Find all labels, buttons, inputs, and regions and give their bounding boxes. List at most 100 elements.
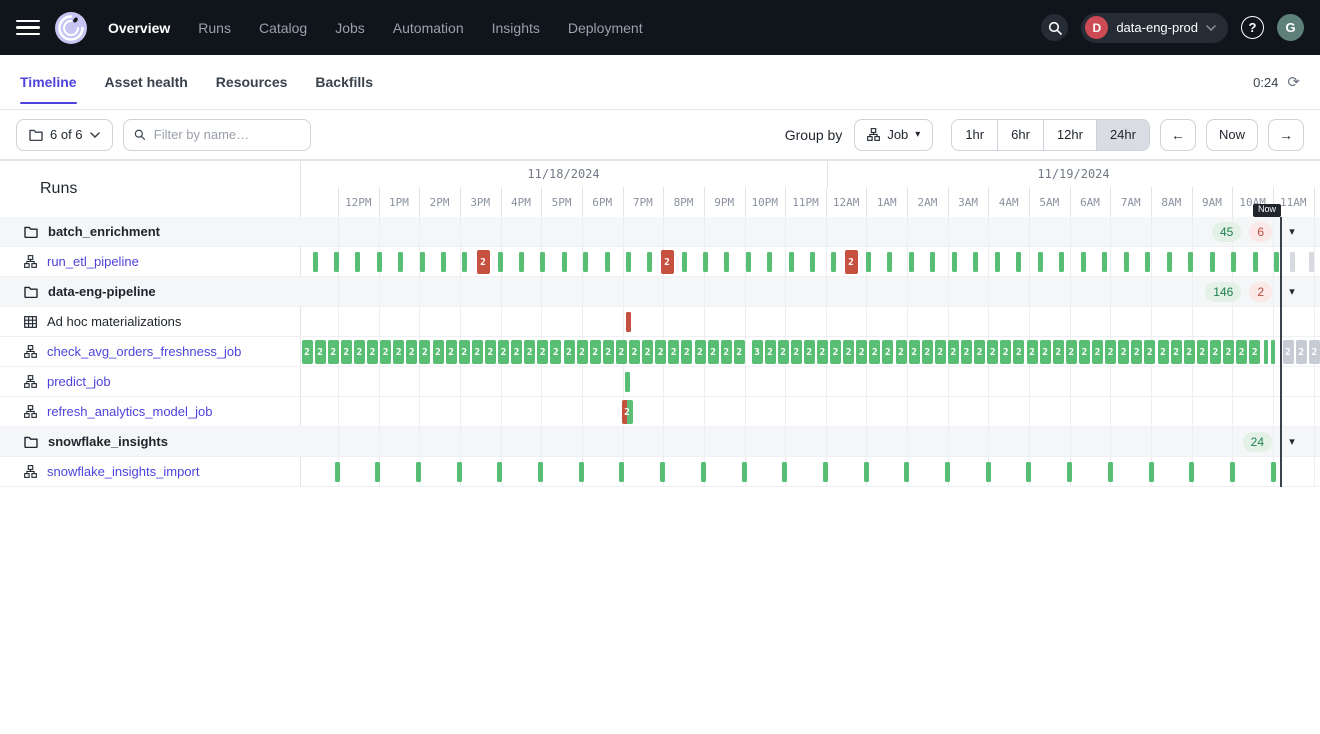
job-row-label[interactable]: refresh_analytics_model_job xyxy=(24,397,212,426)
nav-item-catalog[interactable]: Catalog xyxy=(259,20,307,36)
run-mark[interactable]: 2 xyxy=(734,340,745,364)
run-mark[interactable] xyxy=(823,462,828,482)
page-forward-button[interactable]: → xyxy=(1268,119,1304,151)
run-mark[interactable] xyxy=(701,462,706,482)
run-mark[interactable] xyxy=(540,252,545,272)
run-mark[interactable]: 2 xyxy=(830,340,841,364)
run-mark[interactable] xyxy=(377,252,382,272)
run-mark[interactable]: 2 xyxy=(367,340,378,364)
run-mark[interactable] xyxy=(810,252,815,272)
name-filter-input[interactable] xyxy=(152,126,300,143)
run-mark[interactable] xyxy=(703,252,708,272)
run-mark[interactable]: 2 xyxy=(498,340,509,364)
tab-timeline[interactable]: Timeline xyxy=(20,55,77,109)
run-mark[interactable] xyxy=(1038,252,1043,272)
run-mark[interactable]: 2 xyxy=(695,340,706,364)
run-mark[interactable] xyxy=(1253,252,1258,272)
run-mark[interactable] xyxy=(625,372,630,392)
run-mark[interactable] xyxy=(498,252,503,272)
nav-item-jobs[interactable]: Jobs xyxy=(335,20,365,36)
run-mark[interactable] xyxy=(1309,252,1314,272)
run-mark[interactable] xyxy=(605,252,610,272)
run-mark[interactable] xyxy=(457,462,462,482)
group-by-dropdown[interactable]: Job ▾ xyxy=(854,119,933,151)
run-mark[interactable]: 2 xyxy=(616,340,627,364)
run-mark[interactable] xyxy=(682,252,687,272)
run-mark[interactable] xyxy=(866,252,871,272)
run-mark[interactable]: 2 xyxy=(791,340,802,364)
run-mark[interactable] xyxy=(1188,252,1193,272)
run-mark[interactable]: 2 xyxy=(869,340,880,364)
run-mark[interactable]: 2 xyxy=(1296,340,1307,364)
run-mark[interactable] xyxy=(1230,462,1235,482)
run-mark[interactable]: 2 xyxy=(1092,340,1103,364)
run-mark[interactable]: 2 xyxy=(406,340,417,364)
row-label[interactable]: refresh_analytics_model_job xyxy=(47,404,212,419)
run-mark[interactable]: 2 xyxy=(909,340,920,364)
run-mark[interactable]: 2 xyxy=(1066,340,1077,364)
help-button[interactable]: ? xyxy=(1241,16,1264,39)
run-mark[interactable]: 2 xyxy=(328,340,339,364)
run-mark[interactable] xyxy=(398,252,403,272)
run-mark[interactable]: 2 xyxy=(1079,340,1090,364)
run-mark[interactable]: 2 xyxy=(681,340,692,364)
range-1hr[interactable]: 1hr xyxy=(952,120,997,150)
run-mark[interactable] xyxy=(1290,252,1295,272)
run-mark[interactable]: 2 xyxy=(817,340,828,364)
run-mark[interactable]: 2 xyxy=(1210,340,1221,364)
tab-backfills[interactable]: Backfills xyxy=(315,55,373,109)
run-mark[interactable]: 2 xyxy=(721,340,732,364)
run-mark[interactable]: 2 xyxy=(577,340,588,364)
run-mark[interactable] xyxy=(909,252,914,272)
run-mark[interactable] xyxy=(313,252,318,272)
run-mark[interactable] xyxy=(1231,252,1236,272)
run-mark[interactable] xyxy=(660,462,665,482)
run-mark[interactable] xyxy=(986,462,991,482)
run-mark[interactable] xyxy=(334,252,339,272)
run-mark[interactable] xyxy=(1271,340,1275,364)
dagster-logo-icon[interactable] xyxy=(54,11,88,45)
run-mark[interactable] xyxy=(1124,252,1129,272)
job-row-label[interactable]: run_etl_pipeline xyxy=(24,247,139,276)
row-label[interactable]: run_etl_pipeline xyxy=(47,254,139,269)
run-mark[interactable] xyxy=(1274,252,1279,272)
run-mark[interactable]: 2 xyxy=(845,250,858,274)
nav-item-insights[interactable]: Insights xyxy=(492,20,540,36)
job-row-label[interactable]: check_avg_orders_freshness_job xyxy=(24,337,241,366)
run-mark[interactable] xyxy=(538,462,543,482)
run-mark[interactable] xyxy=(1167,252,1172,272)
run-mark[interactable] xyxy=(789,252,794,272)
run-mark[interactable] xyxy=(746,252,751,272)
run-mark[interactable]: 2 xyxy=(433,340,444,364)
job-row-label[interactable]: Ad hoc materializations xyxy=(24,307,181,336)
run-mark[interactable]: 2 xyxy=(1236,340,1247,364)
run-mark[interactable] xyxy=(1271,462,1276,482)
nav-item-deployment[interactable]: Deployment xyxy=(568,20,643,36)
run-mark[interactable] xyxy=(904,462,909,482)
run-mark[interactable] xyxy=(441,252,446,272)
run-mark[interactable]: 2 xyxy=(622,400,633,424)
user-avatar[interactable]: G xyxy=(1277,14,1304,41)
run-mark[interactable]: 2 xyxy=(974,340,985,364)
run-mark[interactable]: 2 xyxy=(1027,340,1038,364)
run-mark[interactable] xyxy=(742,462,747,482)
row-label[interactable]: check_avg_orders_freshness_job xyxy=(47,344,241,359)
run-mark[interactable]: 2 xyxy=(1309,340,1320,364)
run-mark[interactable] xyxy=(375,462,380,482)
run-mark[interactable]: 2 xyxy=(922,340,933,364)
run-mark[interactable] xyxy=(995,252,1000,272)
run-mark[interactable]: 2 xyxy=(1171,340,1182,364)
group-row-label[interactable]: snowflake_insights xyxy=(24,427,168,456)
refresh-icon[interactable]: ⟳ xyxy=(1287,75,1300,90)
run-mark[interactable]: 2 xyxy=(341,340,352,364)
deployment-switcher[interactable]: D data-eng-prod xyxy=(1081,13,1228,43)
tab-resources[interactable]: Resources xyxy=(216,55,288,109)
jump-to-now-button[interactable]: Now xyxy=(1206,119,1258,151)
run-mark[interactable] xyxy=(887,252,892,272)
run-mark[interactable]: 2 xyxy=(708,340,719,364)
run-mark[interactable] xyxy=(831,252,836,272)
run-mark[interactable] xyxy=(355,252,360,272)
run-mark[interactable] xyxy=(462,252,467,272)
run-mark[interactable] xyxy=(952,252,957,272)
run-mark[interactable] xyxy=(1081,252,1086,272)
